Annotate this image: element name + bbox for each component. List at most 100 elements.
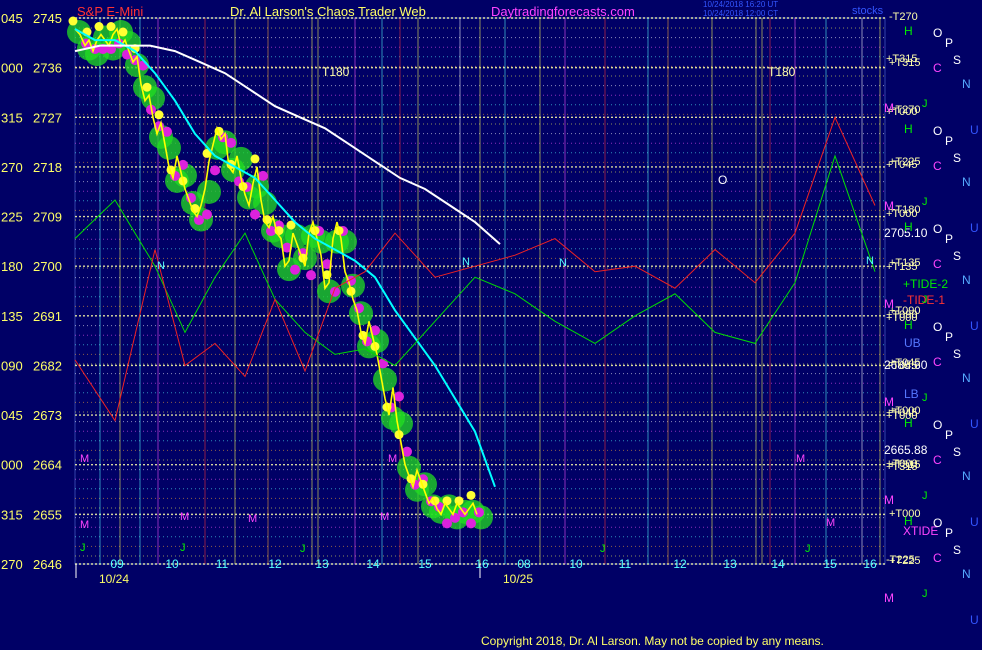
planet-n-label: N: [962, 567, 971, 581]
planet-o-label: O: [933, 124, 942, 138]
t180-label: T180: [322, 65, 350, 79]
tide-plus2-label: +TIDE-2: [903, 277, 948, 291]
planet-c-label: C: [933, 355, 942, 369]
series-line-price: [74, 27, 478, 517]
planet-j-label: J: [922, 392, 928, 404]
m-marker-label: M: [180, 511, 189, 523]
planet-o-label: O: [933, 418, 942, 432]
y-price-tick-label: 2700: [33, 259, 62, 274]
x-hour-label: 13: [723, 557, 737, 571]
timestamp-1: 10/24/2018 16:20 UT: [703, 0, 779, 9]
price-high-dot: [250, 154, 260, 164]
planet-u-label: U: [970, 221, 979, 235]
price-high-dot: [142, 82, 152, 92]
x-hour-label: 10: [569, 557, 583, 571]
y-price-tick-label: 2691: [33, 309, 62, 324]
price-high-dot: [466, 490, 476, 500]
y-price-tick-label: 2673: [33, 408, 62, 423]
y-price-tick-label: 2736: [33, 61, 62, 76]
x-hour-label: 09: [110, 557, 124, 571]
grid-layer: [74, 17, 886, 578]
m-marker-label: M: [248, 513, 257, 525]
planet-h-label: H: [904, 416, 913, 430]
ub-label: UB: [904, 336, 921, 350]
planet-h-label: H: [904, 122, 913, 136]
planet-o-label: O: [933, 26, 942, 40]
planet-m-label: M: [884, 395, 894, 409]
planet-s-label: S: [953, 347, 961, 361]
y-price-tick-label: 2727: [33, 110, 62, 125]
y-price-tick-label: 2664: [33, 458, 62, 473]
planet-o-label: O: [933, 222, 942, 236]
planet-o-label: O: [933, 320, 942, 334]
planet-p-label: P: [945, 134, 953, 148]
planet-m-label: M: [884, 101, 894, 115]
price-low-dot: [210, 165, 220, 176]
price-high-dot: [94, 22, 104, 32]
planet-h-label: H: [904, 514, 913, 528]
planet-s-label: S: [953, 249, 961, 263]
m-marker-label: M: [380, 511, 389, 523]
planet-n-label: N: [962, 175, 971, 189]
site-url-link[interactable]: Daytradingforecasts.com: [491, 4, 635, 19]
top-right-label: stocks: [852, 5, 884, 17]
m-marker-label: M: [796, 453, 805, 465]
planet-c-label: C: [933, 257, 942, 271]
y-angle-tick-label: 000: [1, 458, 23, 473]
x-hour-label: 08: [517, 557, 531, 571]
planet-u-label: U: [970, 613, 979, 627]
planet-m-label: M: [884, 297, 894, 311]
planet-s-label: S: [953, 543, 961, 557]
planet-p-label: P: [945, 330, 953, 344]
y-price-tick-label: 2718: [33, 160, 62, 175]
planet-j-label: J: [922, 196, 928, 208]
price-annotation: 2665.88: [884, 443, 928, 457]
right-level-label-2: +T045: [886, 360, 918, 372]
price-band-blob: [197, 179, 221, 204]
j-marker-label: J: [600, 543, 606, 555]
y-angle-tick-label: 270: [1, 160, 23, 175]
n-label: N: [462, 256, 470, 268]
price-high-dot: [454, 496, 464, 506]
j-marker-label: J: [180, 542, 186, 554]
planet-u-label: U: [970, 515, 979, 529]
symbol-label: S&P E-Mini: [77, 4, 144, 19]
planet-n-label: N: [962, 469, 971, 483]
n-label: N: [866, 255, 874, 267]
planet-j-label: J: [922, 294, 928, 306]
right-level-label-2: +T135: [886, 261, 918, 273]
planet-j-label: J: [922, 98, 928, 110]
price-low-dot: [226, 137, 236, 148]
o-label: O: [718, 173, 727, 187]
copyright-text: Copyright 2018, Dr. Al Larson. May not b…: [481, 634, 824, 648]
right-level-label-2: +T045: [886, 159, 918, 171]
y-angle-tick-label: 225: [1, 210, 23, 225]
planet-u-label: U: [970, 417, 979, 431]
price-high-dot: [442, 496, 452, 506]
timestamp-2: 10/24/2018 12:00 CT: [703, 9, 779, 18]
y-angle-tick-label: 045: [1, 11, 23, 26]
price-high-dot: [106, 22, 116, 32]
planet-h-label: H: [904, 24, 913, 38]
planet-n-label: N: [962, 273, 971, 287]
right-level-label: -T270: [889, 11, 918, 23]
x-hour-label: 12: [673, 557, 687, 571]
y-price-tick-label: 2655: [33, 507, 62, 522]
y-angle-tick-label: 045: [1, 408, 23, 423]
planet-m-label: M: [884, 199, 894, 213]
right-level-label-2: +T000: [886, 410, 918, 422]
planet-s-label: S: [953, 445, 961, 459]
chart-window: 045 2745 000 2736 315 2727 270 2718 225 2709 180 27…: [0, 0, 982, 650]
planet-c-label: C: [933, 159, 942, 173]
planet-m-label: M: [884, 591, 894, 605]
planet-c-label: C: [933, 61, 942, 75]
planet-s-label: S: [953, 151, 961, 165]
y-price-tick-label: 2682: [33, 358, 62, 373]
price-low-dot: [250, 209, 260, 220]
series-layer: [67, 16, 876, 530]
planet-u-label: U: [970, 319, 979, 333]
right-level-label-2: +T000: [886, 312, 918, 324]
x-hour-label: 14: [366, 557, 380, 571]
planet-h-label: H: [904, 220, 913, 234]
m-marker-label: M: [826, 517, 835, 529]
